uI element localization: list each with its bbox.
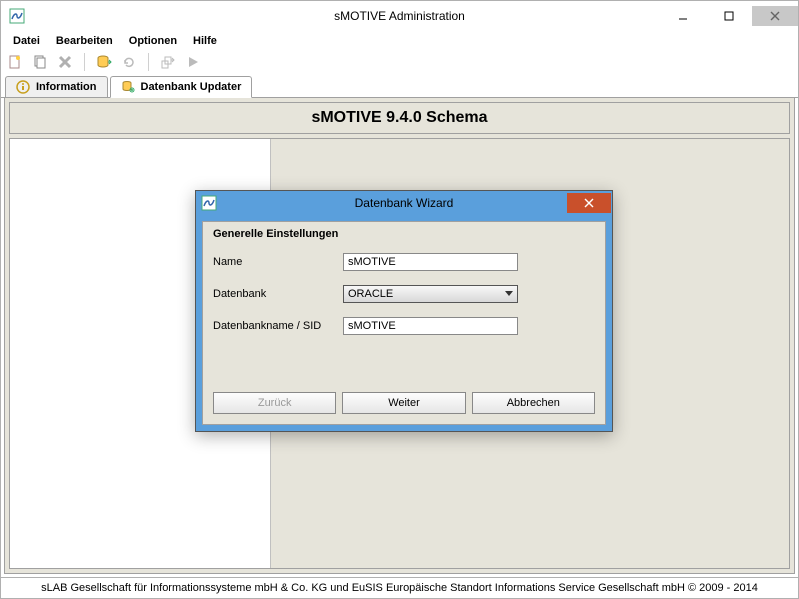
combo-value: ORACLE xyxy=(348,288,393,300)
dialog-close-button[interactable] xyxy=(567,193,611,213)
close-button[interactable] xyxy=(752,6,798,26)
db-icon xyxy=(121,80,135,94)
dialog-titlebar[interactable]: Datenbank Wizard xyxy=(196,191,612,215)
datenbank-combo[interactable]: ORACLE xyxy=(343,285,518,303)
dialog-title: Datenbank Wizard xyxy=(196,196,612,210)
dialog-button-row: Zurück Weiter Abbrechen xyxy=(213,392,595,414)
next-button[interactable]: Weiter xyxy=(342,392,465,414)
play-icon[interactable] xyxy=(185,54,201,70)
chevron-down-icon xyxy=(501,286,517,302)
row-datenbank: Datenbank ORACLE xyxy=(213,284,595,304)
copy-icon[interactable] xyxy=(32,54,48,70)
status-text: sLAB Gesellschaft für Informationssystem… xyxy=(41,582,758,594)
name-field[interactable] xyxy=(343,253,518,271)
delete-icon[interactable] xyxy=(57,54,73,70)
app-icon xyxy=(201,195,217,211)
dialog-section-title: Generelle Einstellungen xyxy=(213,228,595,246)
schema-header: sMOTIVE 9.4.0 Schema xyxy=(9,102,790,134)
menu-hilfe[interactable]: Hilfe xyxy=(187,34,223,48)
datenbank-wizard-dialog: Datenbank Wizard Generelle Einstellungen… xyxy=(195,190,613,432)
tab-information[interactable]: Information xyxy=(5,76,108,97)
tab-label: Datenbank Updater xyxy=(141,81,242,93)
window-controls xyxy=(660,6,798,26)
toolbar-separator xyxy=(84,53,85,71)
export-icon[interactable] xyxy=(160,54,176,70)
app-icon xyxy=(9,8,25,24)
name-label: Name xyxy=(213,256,343,268)
new-icon[interactable] xyxy=(7,54,23,70)
dialog-body: Generelle Einstellungen Name Datenbank O… xyxy=(202,221,606,425)
toolbar-separator xyxy=(148,53,149,71)
db-icon[interactable] xyxy=(96,54,112,70)
maximize-button[interactable] xyxy=(706,6,752,26)
refresh-icon[interactable] xyxy=(121,54,137,70)
menu-bar: Datei Bearbeiten Optionen Hilfe xyxy=(1,31,798,51)
status-bar: sLAB Gesellschaft für Informationssystem… xyxy=(1,577,798,598)
back-button: Zurück xyxy=(213,392,336,414)
datenbank-label: Datenbank xyxy=(213,288,343,300)
sid-label: Datenbankname / SID xyxy=(213,320,343,332)
tab-datenbank-updater[interactable]: Datenbank Updater xyxy=(110,76,253,98)
tab-label: Information xyxy=(36,81,97,93)
row-sid: Datenbankname / SID xyxy=(213,316,595,336)
menu-optionen[interactable]: Optionen xyxy=(123,34,183,48)
minimize-button[interactable] xyxy=(660,6,706,26)
titlebar: sMOTIVE Administration xyxy=(1,1,798,31)
row-name: Name xyxy=(213,252,595,272)
menu-datei[interactable]: Datei xyxy=(7,34,46,48)
info-icon xyxy=(16,80,30,94)
tab-bar: Information Datenbank Updater xyxy=(1,73,798,98)
menu-bearbeiten[interactable]: Bearbeiten xyxy=(50,34,119,48)
toolbar xyxy=(1,51,798,73)
cancel-button[interactable]: Abbrechen xyxy=(472,392,595,414)
sid-field[interactable] xyxy=(343,317,518,335)
